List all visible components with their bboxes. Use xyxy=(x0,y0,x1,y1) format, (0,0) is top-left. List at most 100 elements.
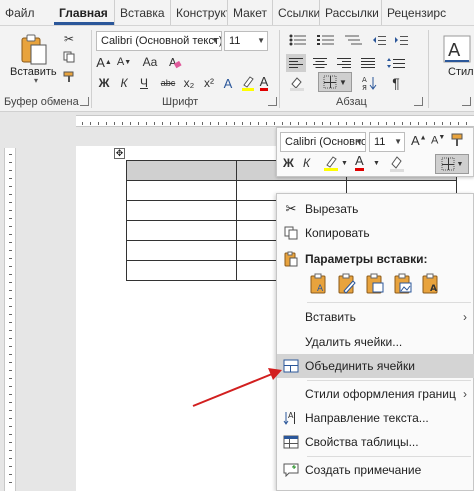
mini-format-painter-icon[interactable] xyxy=(451,133,465,150)
paste-keep-formatting-icon[interactable]: A xyxy=(307,272,330,295)
strikethrough-button[interactable]: abc xyxy=(158,74,178,92)
ruler-tick xyxy=(9,442,12,443)
shading-icon[interactable] xyxy=(286,74,308,92)
ruler-tick xyxy=(9,370,12,371)
ruler-tick xyxy=(9,242,12,243)
chevron-down-icon: ▼ xyxy=(211,36,219,45)
menu-item-copy[interactable]: Копировать xyxy=(277,221,474,245)
font-name-combo[interactable]: Calibri (Основной текст) ▼ xyxy=(96,31,222,51)
align-right-icon[interactable] xyxy=(334,54,354,72)
ruler-tick xyxy=(114,122,115,125)
sort-icon[interactable]: AЯ xyxy=(360,74,380,92)
ruler-tick xyxy=(9,306,12,307)
clipboard-launcher-icon[interactable] xyxy=(80,97,89,106)
cut-icon[interactable]: ✂ xyxy=(62,32,76,46)
format-painter-icon[interactable] xyxy=(62,70,76,84)
mini-shrink-font-button[interactable]: A▼ xyxy=(431,134,445,147)
ruler-tick xyxy=(370,122,371,125)
mini-borders-button[interactable]: ▼ xyxy=(435,154,469,174)
ruler-tick xyxy=(410,122,411,125)
table-cell[interactable] xyxy=(126,260,237,281)
mini-grow-font-button[interactable]: A▲ xyxy=(411,133,427,148)
table-cell[interactable] xyxy=(126,240,237,261)
menu-item-new-comment[interactable]: Создать примечание xyxy=(277,458,474,482)
menu-item-border-styles[interactable]: Стили оформления границ › xyxy=(277,382,474,406)
font-launcher-icon[interactable] xyxy=(268,97,277,106)
tab-file[interactable]: Файл xyxy=(0,0,54,25)
ruler-tick xyxy=(194,122,195,125)
paste-keep-text-only-icon[interactable]: A xyxy=(419,272,442,295)
tab-design[interactable]: Конструкт xyxy=(170,0,227,25)
multilevel-list-icon[interactable] xyxy=(342,32,366,48)
mini-font-name-combo[interactable]: Calibri (Основной текст) ▼ xyxy=(280,132,366,152)
paste-merge-formatting-icon[interactable] xyxy=(335,272,358,295)
menu-item-cut[interactable]: ✂ Вырезать xyxy=(277,197,474,221)
table-cell[interactable] xyxy=(126,200,237,221)
svg-text:A: A xyxy=(448,40,461,61)
tab-mailings[interactable]: Рассылки xyxy=(319,0,381,25)
mini-bold-button[interactable]: Ж xyxy=(283,156,294,170)
table-cell[interactable] xyxy=(126,180,237,201)
tab-insert[interactable]: Вставка xyxy=(114,0,170,25)
bold-button[interactable]: Ж xyxy=(96,74,112,92)
line-spacing-icon[interactable] xyxy=(384,54,408,72)
align-left-icon[interactable] xyxy=(286,54,306,72)
ruler-tick xyxy=(9,338,12,339)
ruler-tick xyxy=(9,210,12,211)
justify-icon[interactable] xyxy=(358,54,378,72)
italic-button[interactable]: К xyxy=(116,74,132,92)
group-separator xyxy=(91,30,92,108)
paste-dropdown-icon[interactable]: ▾ xyxy=(34,76,38,85)
paste-nested-table-icon[interactable] xyxy=(363,272,386,295)
table-move-handle-icon[interactable]: ✥ xyxy=(114,148,125,159)
mini-italic-button[interactable]: К xyxy=(303,156,310,170)
styles-label[interactable]: Стили xyxy=(448,66,474,78)
mini-shading-icon[interactable] xyxy=(389,154,405,175)
highlight-button[interactable] xyxy=(132,54,133,55)
font-color-button[interactable]: A xyxy=(256,74,272,92)
menu-item-delete-cells[interactable]: Удалить ячейки... xyxy=(277,330,474,354)
superscript-button[interactable]: x² xyxy=(200,74,218,92)
menu-item-table-properties[interactable]: Свойства таблицы... xyxy=(277,430,474,454)
mini-highlight-icon[interactable] xyxy=(323,154,339,175)
bullets-icon[interactable] xyxy=(286,32,310,48)
vertical-ruler[interactable] xyxy=(4,148,16,491)
table-cell[interactable] xyxy=(126,160,237,181)
font-size-combo[interactable]: 11 ▼ xyxy=(224,31,268,51)
mini-font-color-dropdown-icon[interactable]: ▼ xyxy=(373,160,380,167)
underline-button[interactable]: Ч xyxy=(136,74,152,92)
menu-item-insert[interactable]: Вставить › xyxy=(277,305,474,329)
highlight-icon[interactable] xyxy=(240,74,256,92)
decrease-indent-icon[interactable] xyxy=(370,32,388,48)
chevron-down-icon: ▼ xyxy=(257,36,265,45)
styles-button[interactable]: A xyxy=(440,32,474,66)
tab-home[interactable]: Главная xyxy=(54,0,114,25)
mini-highlight-dropdown-icon[interactable]: ▼ xyxy=(341,160,348,167)
menu-item-merge-cells[interactable]: Объединить ячейки xyxy=(277,354,474,378)
ruler-tick xyxy=(9,410,12,411)
paste-button[interactable] xyxy=(12,30,56,70)
tab-review[interactable]: Рецензирс xyxy=(381,0,474,25)
tab-layout[interactable]: Макет xyxy=(227,0,272,25)
grow-font-button[interactable]: A ▲ xyxy=(96,54,112,70)
shrink-font-button[interactable]: A ▼ xyxy=(116,54,132,70)
paragraph-launcher-icon[interactable] xyxy=(414,97,423,106)
pilcrow-button[interactable]: ¶ xyxy=(386,74,406,92)
menu-item-label: Стили оформления границ xyxy=(305,387,456,401)
clear-format-icon[interactable]: A xyxy=(166,54,184,70)
borders-icon[interactable]: ▼ xyxy=(318,72,352,92)
align-center-icon[interactable] xyxy=(310,54,330,72)
copy-icon[interactable] xyxy=(62,50,76,64)
styles-launcher-icon[interactable] xyxy=(462,97,471,106)
text-effects-icon[interactable]: A xyxy=(220,74,236,92)
mini-font-size-combo[interactable]: 11 ▼ xyxy=(369,132,405,152)
tab-references[interactable]: Ссылки xyxy=(272,0,319,25)
mini-font-color-button[interactable]: A xyxy=(355,153,364,171)
subscript-button[interactable]: x₂ xyxy=(180,74,198,92)
menu-item-text-direction[interactable]: A Направление текста... xyxy=(277,406,474,430)
change-case-button[interactable]: Aa xyxy=(140,54,160,70)
paste-picture-icon[interactable] xyxy=(391,272,414,295)
increase-indent-icon[interactable] xyxy=(392,32,410,48)
table-cell[interactable] xyxy=(126,220,237,241)
numbering-icon[interactable] xyxy=(314,32,338,48)
